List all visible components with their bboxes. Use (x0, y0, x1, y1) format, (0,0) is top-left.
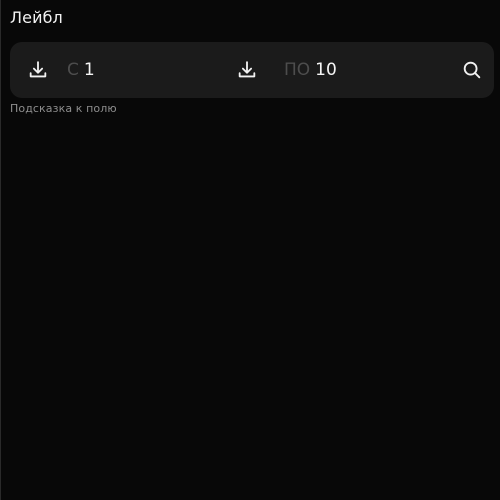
range-to-segment: ПО (284, 42, 434, 98)
range-from-prefix: С (67, 60, 79, 80)
range-to-input[interactable] (315, 59, 396, 81)
download-icon[interactable] (24, 56, 52, 84)
search-icon[interactable] (458, 56, 486, 84)
download-icon[interactable] (233, 56, 261, 84)
range-to-prefix: ПО (284, 60, 311, 80)
field-hint: Подсказка к полю (10, 102, 117, 115)
range-from-input[interactable] (83, 59, 164, 81)
field-label: Лейбл (10, 8, 63, 27)
range-from-segment: С (67, 42, 217, 98)
range-input-field: С ПО (10, 42, 494, 98)
